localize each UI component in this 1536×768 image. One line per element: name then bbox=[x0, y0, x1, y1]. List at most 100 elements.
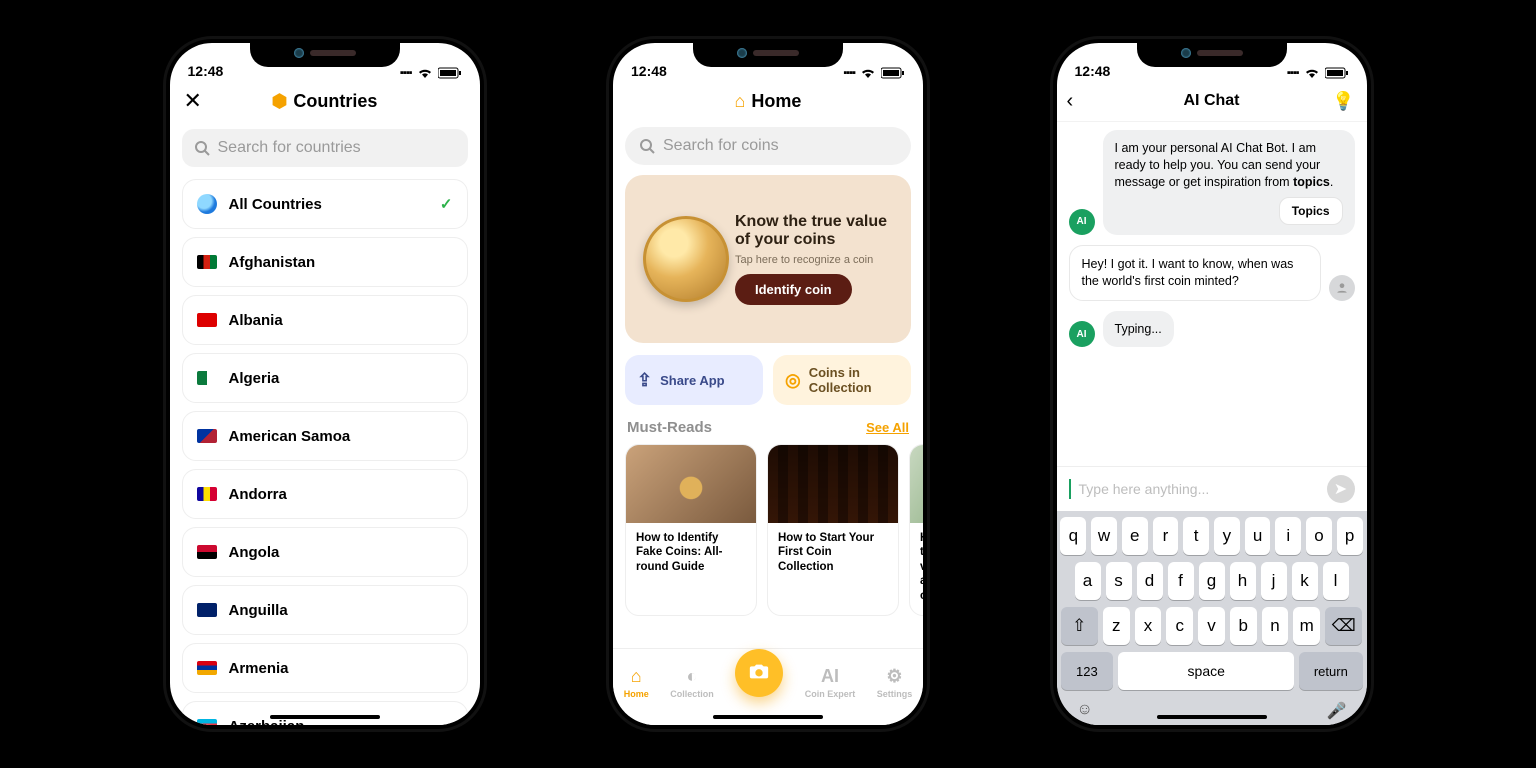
send-button[interactable]: ➤ bbox=[1327, 475, 1355, 503]
key-shift[interactable]: ⇧ bbox=[1061, 607, 1098, 645]
key-v[interactable]: v bbox=[1198, 607, 1225, 645]
search-icon bbox=[194, 140, 210, 156]
key-l[interactable]: l bbox=[1323, 562, 1349, 600]
camera-fab[interactable] bbox=[735, 649, 783, 697]
mustreads-label: Must-Reads bbox=[627, 419, 712, 436]
read-card[interactable]: How to Identify Fake Coins: All-round Gu… bbox=[625, 444, 757, 616]
key-numbers[interactable]: 123 bbox=[1061, 652, 1114, 690]
card-title: How to Start Your First Coin Collection bbox=[768, 523, 898, 586]
nav-settings[interactable]: ⚙Settings bbox=[877, 666, 913, 699]
key-return[interactable]: return bbox=[1299, 652, 1362, 690]
country-name: American Samoa bbox=[229, 428, 351, 445]
input-placeholder: Type here anything... bbox=[1079, 481, 1210, 497]
share-app-tile[interactable]: ⇪ Share App bbox=[625, 355, 763, 405]
share-icon: ⇪ bbox=[637, 370, 652, 391]
mustreads-list[interactable]: How to Identify Fake Coins: All-round Gu… bbox=[613, 444, 923, 616]
key-w[interactable]: w bbox=[1091, 517, 1117, 555]
key-r[interactable]: r bbox=[1153, 517, 1179, 555]
country-row[interactable]: Angola bbox=[182, 527, 468, 577]
country-row[interactable]: Azerbaijan bbox=[182, 701, 468, 725]
key-g[interactable]: g bbox=[1199, 562, 1225, 600]
home-icon: ⌂ bbox=[631, 666, 642, 687]
bot-message: I am your personal AI Chat Bot. I am rea… bbox=[1103, 130, 1355, 235]
key-z[interactable]: z bbox=[1103, 607, 1130, 645]
card-title: How to Identify Fake Coins: All-round Gu… bbox=[626, 523, 756, 586]
key-q[interactable]: q bbox=[1060, 517, 1086, 555]
key-backspace[interactable]: ⌫ bbox=[1325, 607, 1362, 645]
country-list[interactable]: All Countries✓ Afghanistan Albania Algeria A… bbox=[170, 175, 480, 725]
read-card[interactable]: How to v a c bbox=[909, 444, 923, 616]
see-all-link[interactable]: See All bbox=[866, 420, 909, 435]
country-row[interactable]: Andorra bbox=[182, 469, 468, 519]
key-b[interactable]: b bbox=[1230, 607, 1257, 645]
flag-icon bbox=[197, 313, 217, 327]
key-h[interactable]: h bbox=[1230, 562, 1256, 600]
hero-identify-card[interactable]: Know the true value of your coins Tap he… bbox=[625, 175, 911, 343]
phone-countries: 12:48 ▪▪▪▪ ✕ ⬢ Countries Search for coun… bbox=[166, 39, 484, 729]
country-row[interactable]: Afghanistan bbox=[182, 237, 468, 287]
user-avatar bbox=[1329, 275, 1355, 301]
key-f[interactable]: f bbox=[1168, 562, 1194, 600]
country-row[interactable]: Albania bbox=[182, 295, 468, 345]
text-cursor bbox=[1069, 479, 1071, 499]
key-d[interactable]: d bbox=[1137, 562, 1163, 600]
lightbulb-icon[interactable]: 💡 bbox=[1332, 91, 1354, 112]
key-e[interactable]: e bbox=[1122, 517, 1148, 555]
back-icon[interactable]: ‹ bbox=[1067, 90, 1074, 113]
key-m[interactable]: m bbox=[1293, 607, 1320, 645]
key-j[interactable]: j bbox=[1261, 562, 1287, 600]
nav-collection[interactable]: ◐Collection bbox=[670, 666, 714, 699]
country-name: Angola bbox=[229, 544, 280, 561]
search-input[interactable]: Search for coins bbox=[625, 127, 911, 165]
key-c[interactable]: c bbox=[1166, 607, 1193, 645]
country-row[interactable]: Anguilla bbox=[182, 585, 468, 635]
key-u[interactable]: u bbox=[1245, 517, 1271, 555]
key-y[interactable]: y bbox=[1214, 517, 1240, 555]
home-icon: ⌂ bbox=[735, 91, 746, 112]
chat-input[interactable]: Type here anything... ➤ bbox=[1057, 466, 1367, 511]
key-k[interactable]: k bbox=[1292, 562, 1318, 600]
search-input[interactable]: Search for countries bbox=[182, 129, 468, 167]
key-p[interactable]: p bbox=[1337, 517, 1363, 555]
status-time: 12:48 bbox=[1075, 63, 1111, 79]
wifi-icon bbox=[417, 67, 433, 79]
camera-icon bbox=[748, 660, 770, 687]
read-card[interactable]: How to Start Your First Coin Collection bbox=[767, 444, 899, 616]
keyboard[interactable]: qwertyuiop asdfghjkl ⇧zxcvbnm⌫ 123 space… bbox=[1057, 511, 1367, 725]
emoji-icon[interactable]: ☺ bbox=[1077, 701, 1093, 721]
chat-area[interactable]: AI I am your personal AI Chat Bot. I am … bbox=[1057, 122, 1367, 466]
nav-home[interactable]: ⌂Home bbox=[624, 666, 649, 699]
mic-icon[interactable]: 🎤 bbox=[1327, 701, 1347, 721]
flag-icon bbox=[197, 487, 217, 501]
coins-collection-tile[interactable]: ◎ Coins in Collection bbox=[773, 355, 911, 405]
key-s[interactable]: s bbox=[1106, 562, 1132, 600]
key-a[interactable]: a bbox=[1075, 562, 1101, 600]
nav-coin-expert[interactable]: AICoin Expert bbox=[805, 666, 856, 699]
key-t[interactable]: t bbox=[1183, 517, 1209, 555]
flag-icon bbox=[197, 661, 217, 675]
key-n[interactable]: n bbox=[1262, 607, 1289, 645]
country-row[interactable]: American Samoa bbox=[182, 411, 468, 461]
battery-icon bbox=[1325, 67, 1349, 79]
key-x[interactable]: x bbox=[1135, 607, 1162, 645]
identify-coin-button[interactable]: Identify coin bbox=[735, 274, 852, 305]
country-row[interactable]: All Countries✓ bbox=[182, 179, 468, 229]
country-name: Algeria bbox=[229, 370, 280, 387]
country-name: Anguilla bbox=[229, 602, 288, 619]
flag-icon bbox=[197, 719, 217, 725]
country-row[interactable]: Armenia bbox=[182, 643, 468, 693]
key-o[interactable]: o bbox=[1306, 517, 1332, 555]
ai-avatar: AI bbox=[1069, 321, 1095, 347]
battery-icon bbox=[881, 67, 905, 79]
close-icon[interactable]: ✕ bbox=[184, 90, 202, 112]
hero-heading: Know the true value of your coins bbox=[735, 213, 897, 250]
notch bbox=[250, 39, 400, 67]
key-space[interactable]: space bbox=[1118, 652, 1294, 690]
topics-button[interactable]: Topics bbox=[1279, 197, 1343, 225]
country-row[interactable]: Algeria bbox=[182, 353, 468, 403]
card-title: How to v a c bbox=[910, 523, 923, 615]
ai-icon: AI bbox=[821, 666, 839, 687]
key-i[interactable]: i bbox=[1275, 517, 1301, 555]
flag-icon bbox=[197, 371, 217, 385]
page-title: ⌂ Home bbox=[735, 91, 802, 112]
